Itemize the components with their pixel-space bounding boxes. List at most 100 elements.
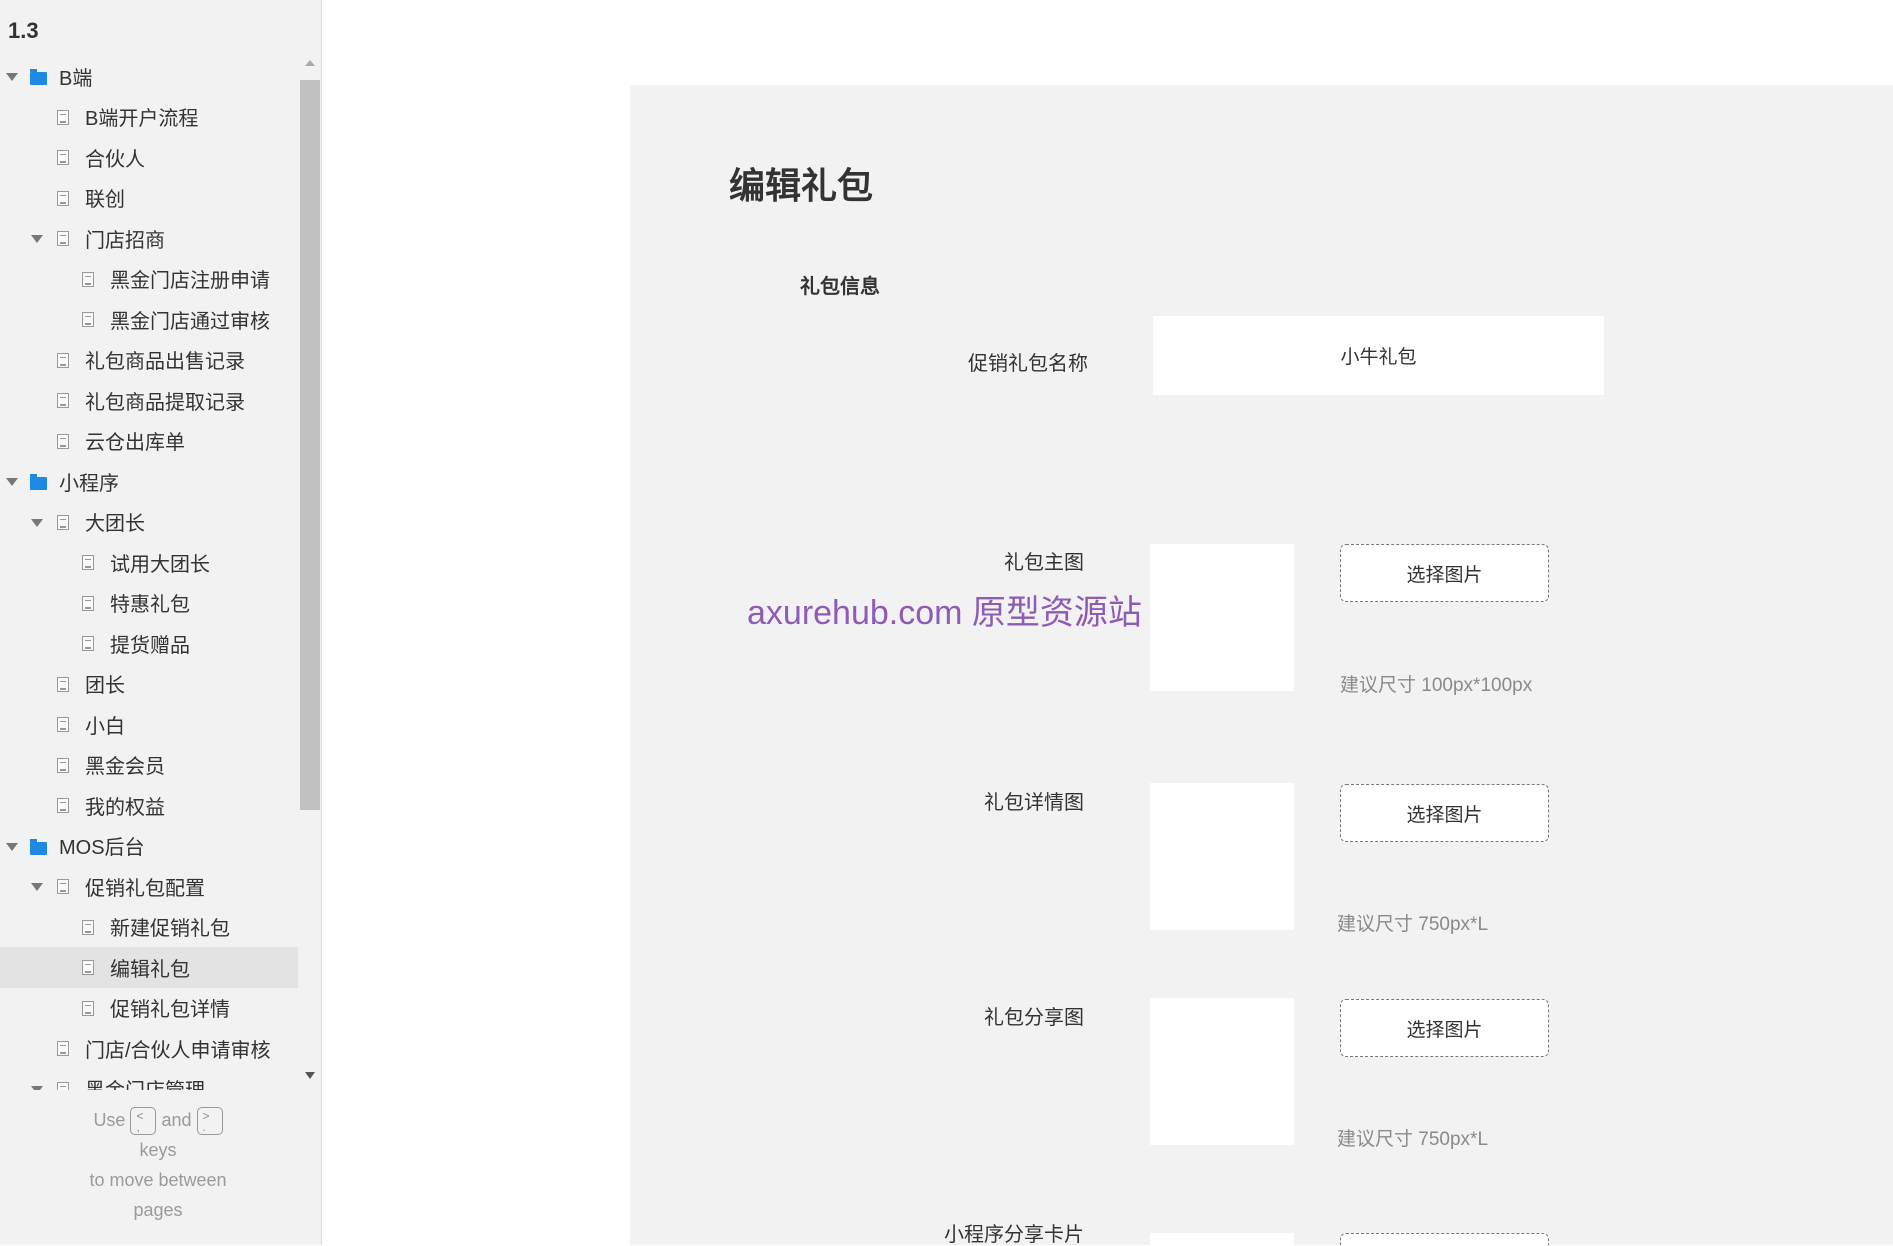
detail-image-label: 礼包详情图: [984, 792, 1084, 814]
tree-item-label: 门店/合伙人申请审核: [85, 1039, 271, 1062]
tree-item[interactable]: 门店/合伙人申请审核: [0, 1028, 298, 1069]
select-detail-image-button[interactable]: 选择图片: [1340, 784, 1549, 842]
scroll-up-icon[interactable]: [305, 60, 315, 66]
tree-item-label: 新建促销礼包: [110, 918, 230, 941]
page-canvas: 编辑礼包 礼包信息 促销礼包名称 小牛礼包 礼包主图 选择图片 建议尺寸 100…: [630, 85, 1893, 1245]
tree-item-label: 小程序: [59, 472, 119, 495]
tree-item-label: 云仓出库单: [85, 432, 185, 455]
tree-item[interactable]: 黑金门店管理: [0, 1069, 298, 1090]
page-icon: [57, 393, 69, 408]
sidebar: 1.3 B端 B端开户流程 合伙人联创门店招商 黑金门店注册申请黑金门店通过审核礼包商…: [0, 0, 322, 1245]
scroll-down-icon[interactable]: [305, 1072, 315, 1079]
tree-item[interactable]: 促销礼包配置: [0, 866, 298, 907]
tree-item[interactable]: 合伙人: [0, 137, 298, 178]
tree-item-label: 联创: [85, 189, 125, 212]
share-image-label: 礼包分享图: [984, 1007, 1084, 1029]
page-icon: [57, 879, 69, 894]
expand-arrow-icon[interactable]: [6, 478, 18, 486]
tree-item[interactable]: 新建促销礼包: [0, 907, 298, 948]
tree-item[interactable]: MOS后台: [0, 826, 298, 867]
name-label: 促销礼包名称: [968, 353, 1088, 375]
tree-item-label: MOS后台: [59, 837, 145, 860]
expand-arrow-icon[interactable]: [31, 235, 43, 243]
tree-item[interactable]: 门店招商: [0, 218, 298, 259]
page-tree: B端 B端开户流程 合伙人联创门店招商 黑金门店注册申请黑金门店通过审核礼包商品出售记…: [0, 56, 298, 1090]
tree-item[interactable]: 黑金会员: [0, 745, 298, 786]
folder-icon: [30, 838, 47, 855]
section-title: 礼包信息: [800, 276, 880, 298]
tree-item-label: 试用大团长: [110, 553, 210, 576]
page-icon: [57, 109, 69, 125]
page-icon: [57, 433, 69, 449]
tree-item[interactable]: 小白: [0, 704, 298, 745]
tree-item-label: 促销礼包详情: [110, 999, 230, 1022]
scrollbar-thumb[interactable]: [300, 80, 320, 810]
page-icon: [57, 798, 69, 813]
select-main-image-button[interactable]: 选择图片: [1340, 544, 1549, 602]
page-icon: [57, 676, 69, 692]
page-icon: [57, 757, 69, 773]
tree-item-label: 黑金会员: [85, 756, 165, 779]
tree-item[interactable]: 联创: [0, 178, 298, 219]
tree-item[interactable]: 提货赠品: [0, 623, 298, 664]
tree-item[interactable]: 我的权益: [0, 785, 298, 826]
tree-item[interactable]: 小程序: [0, 461, 298, 502]
page-icon: [82, 312, 94, 327]
tree-item[interactable]: 特惠礼包: [0, 583, 298, 624]
expand-arrow-icon[interactable]: [6, 73, 18, 81]
tree-item[interactable]: 黑金门店注册申请: [0, 259, 298, 300]
detail-image-preview: [1150, 783, 1294, 930]
gift-name-input[interactable]: 小牛礼包: [1153, 316, 1604, 395]
page-icon: [82, 555, 94, 570]
page-icon: [82, 636, 94, 651]
tree-item[interactable]: 云仓出库单: [0, 421, 298, 462]
detail-image-tip: 建议尺寸 750px*L: [1337, 914, 1489, 935]
share-image-tip: 建议尺寸 750px*L: [1337, 1129, 1489, 1150]
page-icon: [57, 514, 69, 530]
tree-item[interactable]: 礼包商品提取记录: [0, 380, 298, 421]
hint-and: and: [161, 1110, 192, 1130]
next-key-icon: > .: [196, 1107, 223, 1136]
page-icon: [57, 231, 69, 246]
tree-item-label: 黑金门店通过审核: [110, 310, 270, 333]
watermark: axurehub.com 原型资源站: [747, 594, 1142, 632]
page-icon: [82, 271, 94, 287]
select-share-image-button[interactable]: 选择图片: [1340, 999, 1549, 1057]
navigation-hint: Use < , and > . keys to move between pag…: [0, 1105, 316, 1225]
tree-item-label: 编辑礼包: [110, 958, 190, 981]
page-icon: [57, 1081, 69, 1090]
tree-item[interactable]: 团长: [0, 664, 298, 705]
tree-item[interactable]: B端: [0, 56, 298, 97]
hint-pages: pages: [133, 1200, 183, 1221]
tree-item-label: 我的权益: [85, 796, 165, 819]
tree-item[interactable]: 黑金门店通过审核: [0, 299, 298, 340]
expand-arrow-icon[interactable]: [6, 842, 18, 851]
tree-item[interactable]: 编辑礼包: [0, 947, 298, 988]
page-icon: [57, 150, 69, 165]
tree-item-label: 黑金门店管理: [85, 1074, 205, 1090]
tree-item[interactable]: B端开户流程: [0, 97, 298, 138]
tree-item[interactable]: 大团长: [0, 502, 298, 543]
hint-move: to move between: [89, 1170, 227, 1191]
page-icon: [82, 919, 94, 935]
version-label: 1.3: [8, 18, 39, 43]
expand-arrow-icon[interactable]: [31, 518, 43, 527]
tree-item[interactable]: 促销礼包详情: [0, 988, 298, 1029]
select-card-image-button[interactable]: [1340, 1233, 1549, 1245]
tree-item-label: 特惠礼包: [110, 594, 190, 617]
expand-arrow-icon[interactable]: [31, 883, 43, 891]
page-icon: [82, 595, 94, 611]
folder-icon: [30, 474, 47, 490]
tree-item[interactable]: 试用大团长: [0, 542, 298, 583]
expand-arrow-icon[interactable]: [31, 1085, 43, 1090]
card-image-label: 小程序分享卡片: [944, 1224, 1084, 1246]
tree-item-label: 礼包商品提取记录: [85, 391, 245, 414]
scrollbar[interactable]: [300, 60, 320, 1090]
page-icon: [82, 960, 94, 975]
tree-item-label: 大团长: [85, 513, 145, 536]
tree-item-label: 小白: [85, 715, 125, 738]
tree-item[interactable]: 礼包商品出售记录: [0, 340, 298, 381]
tree-item-label: 团长: [85, 675, 125, 698]
main-image-tip: 建议尺寸 100px*100px: [1340, 675, 1533, 696]
tree-item-label: 礼包商品出售记录: [85, 351, 245, 374]
